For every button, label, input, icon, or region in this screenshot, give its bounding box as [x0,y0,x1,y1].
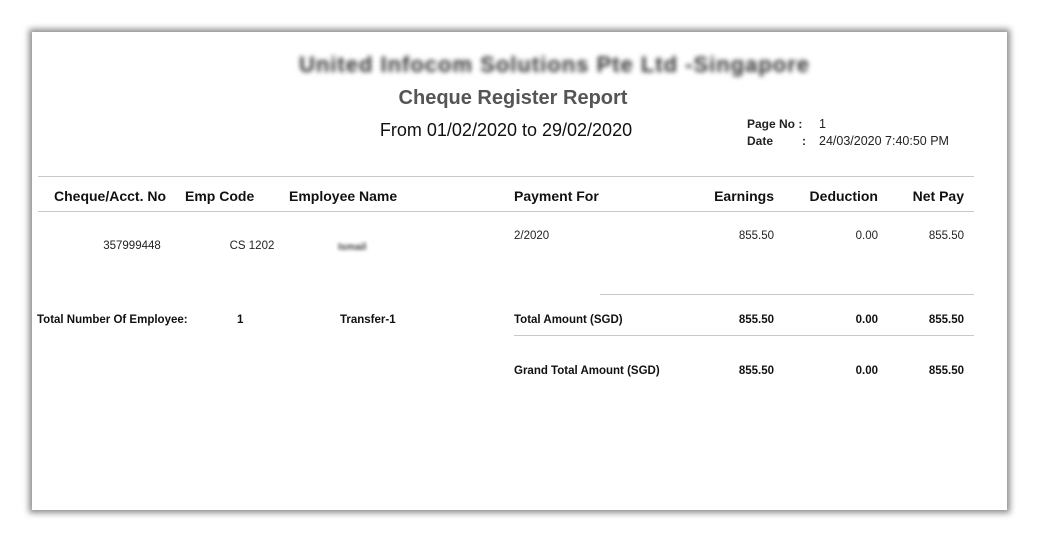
employee-count-value: 1 [237,314,244,326]
totals-top-rule [600,294,974,295]
date-value: 24/03/2020 7:40:50 PM [819,134,949,148]
report-sheet: United Infocom Solutions Pte Ltd -Singap… [32,32,1007,510]
total-amount-label: Total Amount (SGD) [514,314,623,326]
net-pay-cell: 855.50 [928,230,964,242]
grand-total-deduction: 0.00 [855,365,878,377]
col-header-net-pay: Net Pay [912,188,964,204]
header-bottom-rule [38,211,974,212]
account-no-cell: 357999448 [103,240,161,252]
page-no-value: 1 [819,117,826,131]
company-name-text: United Infocom Solutions Pte Ltd -Singap… [298,52,811,77]
grand-total-earnings: 855.50 [738,365,774,377]
col-header-payment-for: Payment For [514,188,599,204]
employee-name-text: Ismail [338,242,367,253]
col-header-deduction: Deduction [809,188,878,204]
date-label: Date [747,134,774,148]
col-header-earnings: Earnings [714,188,774,204]
employee-name-cell: Ismail [338,237,366,255]
company-name: United Infocom Solutions Pte Ltd -Singap… [32,52,1007,78]
total-deduction: 0.00 [855,314,878,326]
deduction-cell: 0.00 [855,230,878,242]
col-header-account: Cheque/Acct. No [54,188,167,204]
earnings-cell: 855.50 [738,230,774,242]
grand-total-net-pay: 855.50 [928,365,964,377]
col-header-emp-code: Emp Code [185,188,255,204]
header-top-rule [38,176,974,177]
payment-for-cell: 2/2020 [514,230,550,242]
total-net-pay: 855.50 [928,314,964,326]
report-title: Cheque Register Report [398,87,628,109]
transfer-label: Transfer-1 [340,314,396,326]
date-colon: : [802,134,806,148]
employee-count-label: Total Number Of Employee: [37,314,188,326]
grand-total-label: Grand Total Amount (SGD) [514,365,660,377]
total-earnings: 855.50 [738,314,774,326]
col-header-employee-name: Employee Name [289,188,398,204]
page-no-label: Page No : [747,117,803,131]
totals-bottom-rule [514,335,974,336]
emp-code-cell: CS 1202 [229,240,275,252]
